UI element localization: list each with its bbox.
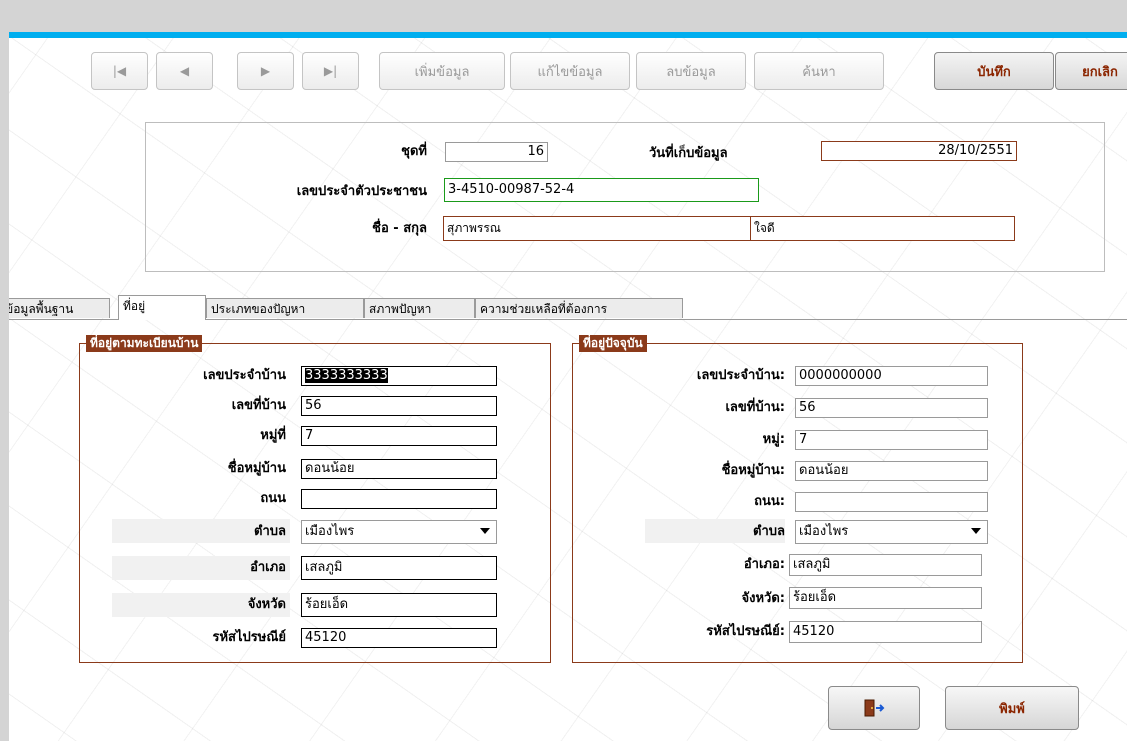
current-house-id-field[interactable]: 0000000000 [795, 366, 988, 386]
province-label: จังหวัด [247, 597, 286, 612]
print-button[interactable]: พิมพ์ [945, 686, 1079, 730]
house-number-field[interactable]: 56 [301, 396, 497, 416]
first-record-icon: |◀ [112, 64, 127, 78]
subdistrict-label: ตำบล [254, 524, 286, 539]
current-house-number-field[interactable]: 56 [795, 398, 988, 418]
delete-record-button[interactable]: ลบข้อมูล [636, 52, 746, 90]
current-postal-code-label: รหัสไปรษณีย์: [706, 624, 785, 639]
full-name-label: ชื่อ - สกุล [372, 221, 427, 236]
date-label: วันที่เก็บข้อมูล [649, 146, 728, 161]
province-field[interactable]: ร้อยเอ็ด [301, 593, 497, 617]
current-village-field[interactable]: ดอนน้อย [795, 461, 988, 481]
tab-strip: ข้อมูลพื้นฐาน ที่อยู่ ประเภทของปัญหา สภา… [9, 295, 1127, 320]
tab-problem-type[interactable]: ประเภทของปัญหา [206, 298, 364, 318]
cancel-button[interactable]: ยกเลิก [1055, 52, 1127, 90]
chevron-down-icon [480, 528, 490, 534]
house-id-value: 3333333333 [305, 368, 388, 383]
form-area: |◀ ◀ ▶ ▶| เพิ่มข้อมูล แก้ไขข้อมูล ลบข้อม… [9, 38, 1127, 741]
house-id-field[interactable]: 3333333333 [301, 366, 497, 386]
current-district-label: อำเภอ: [743, 557, 785, 572]
registered-address-group: ที่อยู่ตามทะเบียนบ้าน เลขประจำบ้าน 33333… [79, 335, 551, 663]
current-province-label: จังหวัด: [741, 591, 785, 606]
prev-record-icon: ◀ [179, 64, 190, 78]
tab-address[interactable]: ที่อยู่ [118, 295, 206, 320]
district-field[interactable]: เสลภูมิ [301, 556, 497, 580]
tab-assistance-needed[interactable]: ความช่วยเหลือที่ต้องการ [475, 298, 683, 318]
exit-door-icon [864, 699, 885, 717]
last-name-field[interactable]: ใจดี [750, 216, 1015, 241]
house-number-label: เลขที่บ้าน [231, 398, 286, 413]
next-record-button[interactable]: ▶ [237, 52, 294, 90]
current-province-field[interactable]: ร้อยเอ็ด [789, 587, 982, 609]
district-label: อำเภอ [250, 560, 286, 575]
current-address-title: ที่อยู่ปัจจุบัน [579, 335, 647, 352]
first-name-field[interactable]: สุภาพรรณ [443, 216, 751, 241]
current-district-field[interactable]: เสลภูมิ [789, 554, 982, 576]
moo-field[interactable]: 7 [301, 426, 497, 446]
registered-address-title: ที่อยู่ตามทะเบียนบ้าน [86, 335, 203, 352]
village-field[interactable]: ดอนน้อย [301, 459, 497, 479]
moo-label: หมู่ที่ [260, 428, 286, 443]
postal-code-field[interactable]: 45120 [301, 628, 497, 648]
next-record-icon: ▶ [260, 64, 271, 78]
current-moo-field[interactable]: 7 [795, 430, 988, 450]
subdistrict-select[interactable]: เมืองไพร [301, 520, 497, 544]
current-house-number-label: เลขที่บ้าน: [725, 400, 785, 415]
house-id-label: เลขประจำบ้าน [203, 368, 286, 383]
save-button[interactable]: บันทึก [934, 52, 1054, 90]
tab-basic-info[interactable]: ข้อมูลพื้นฐาน [9, 298, 110, 318]
current-road-field[interactable] [795, 492, 988, 512]
title-bar [0, 0, 1127, 32]
subdistrict-value: เมืองไพร [305, 524, 355, 539]
last-record-icon: ▶| [323, 64, 338, 78]
current-postal-code-field[interactable]: 45120 [789, 621, 982, 643]
add-record-button[interactable]: เพิ่มข้อมูล [379, 52, 505, 90]
current-subdistrict-label: ตำบล [753, 524, 785, 539]
national-id-label: เลขประจำตัวประชาชน [296, 184, 427, 199]
current-moo-label: หมู่: [762, 432, 785, 447]
set-number-field[interactable]: 16 [445, 142, 548, 162]
tab-problem-condition[interactable]: สภาพปัญหา [364, 298, 475, 318]
last-record-button[interactable]: ▶| [302, 52, 359, 90]
postal-code-label: รหัสไปรษณีย์ [212, 630, 286, 645]
current-subdistrict-select[interactable]: เมืองไพร [795, 520, 988, 544]
date-field[interactable]: 28/10/2551 [821, 141, 1017, 161]
current-address-group: ที่อยู่ปัจจุบัน เลขประจำบ้าน: 0000000000… [572, 335, 1023, 663]
chevron-down-icon [971, 528, 981, 534]
current-village-label: ชื่อหมู่บ้าน: [721, 463, 785, 478]
road-label: ถนน [260, 491, 286, 506]
search-button[interactable]: ค้นหา [754, 52, 884, 90]
village-label: ชื่อหมู่บ้าน [227, 461, 286, 476]
prev-record-button[interactable]: ◀ [156, 52, 213, 90]
exit-button[interactable] [828, 686, 920, 730]
current-subdistrict-value: เมืองไพร [799, 524, 849, 539]
edit-record-button[interactable]: แก้ไขข้อมูล [510, 52, 630, 90]
set-label: ชุดที่ [401, 144, 427, 159]
current-house-id-label: เลขประจำบ้าน: [696, 368, 785, 383]
first-record-button[interactable]: |◀ [91, 52, 148, 90]
road-field[interactable] [301, 489, 497, 509]
current-road-label: ถนน: [754, 494, 785, 509]
national-id-field[interactable]: 3-4510-00987-52-4 [444, 178, 759, 202]
